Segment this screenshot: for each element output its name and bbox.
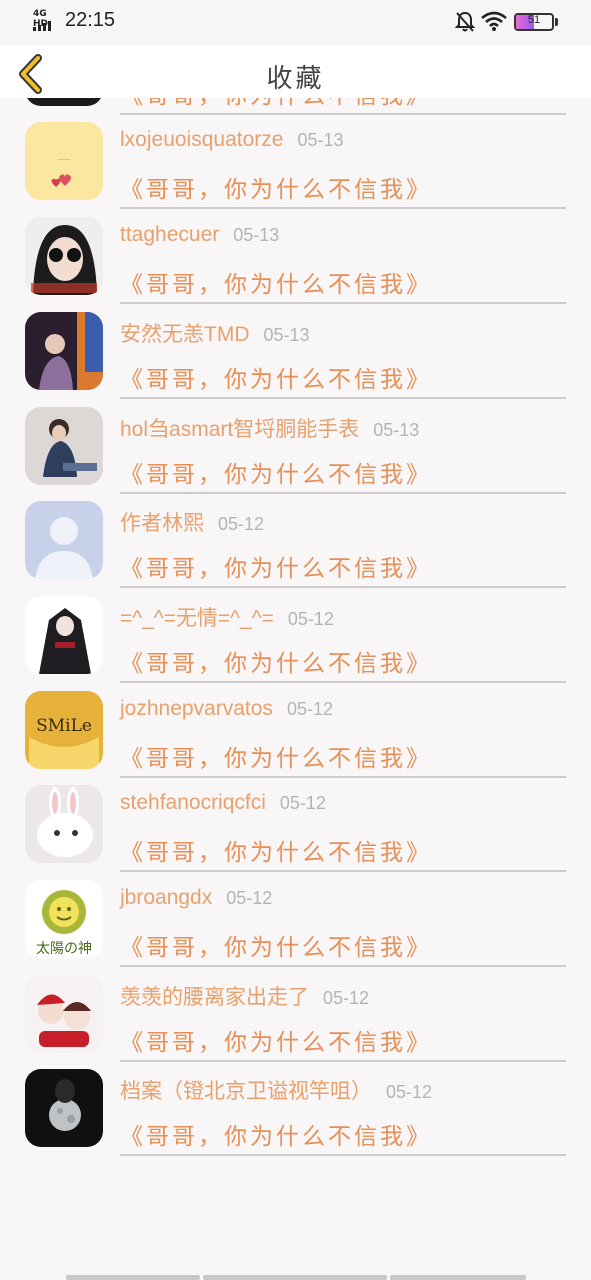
dark-moon-avatar[interactable] — [25, 1069, 103, 1148]
yellow-hearts-avatar[interactable]: …… — [25, 122, 103, 201]
list-item[interactable]: hol刍asmart智埒胴能手表 05-13 《哥哥，你为什么不信我》 — [0, 406, 591, 504]
favorite-date: 05-13 — [263, 324, 310, 345]
wifi-icon — [481, 11, 507, 31]
favorite-date: 05-12 — [286, 698, 333, 719]
list-item[interactable]: …… lxojeuoisquatorze 05-13 《哥哥，你为什么不信我》 — [0, 122, 591, 219]
girl-at-night-avatar[interactable] — [25, 311, 103, 390]
cellular-signal-icon: 4G HD — [33, 9, 59, 32]
book-title[interactable]: 《哥哥，你为什么不信我》 — [120, 928, 432, 962]
bottom-scroll-indicator — [66, 1275, 526, 1280]
row-divider — [120, 586, 566, 589]
book-title[interactable]: 《哥哥，你为什么不信我》 — [120, 170, 432, 204]
page-title: 收藏 — [266, 64, 325, 94]
list-item[interactable]: 档案（镫北京卫谥视竿咀） 05-12 《哥哥，你为什么不信我》 — [0, 1069, 591, 1166]
author-name[interactable]: 安然无恙TMD — [120, 323, 250, 346]
list-item[interactable]: SMiLe jozhnepvarvatos 05-12 《哥哥，你为什么不信我》 — [0, 690, 591, 788]
book-title[interactable]: 《哥哥，你为什么不信我》 — [120, 1023, 432, 1057]
favorite-date: 05-13 — [233, 225, 280, 246]
anime-dark-avatar[interactable] — [25, 595, 103, 674]
author-name[interactable]: 作者林熙 — [120, 512, 204, 535]
author-name[interactable]: ttaghecuer — [120, 223, 219, 246]
author-name[interactable]: stehfanocriqcfci — [120, 791, 266, 814]
row-divider — [120, 302, 566, 305]
row-divider — [120, 396, 566, 399]
favorites-list[interactable]: 《哥哥，你为什么不信我》holasma循rt泚智览能手表05-15《哥哥，你为什… — [0, 46, 591, 1280]
book-title[interactable]: 《哥哥，你为什么不信我》 — [120, 644, 432, 678]
row-divider — [120, 965, 566, 967]
favorite-date: 05-12 — [218, 514, 265, 535]
book-title[interactable]: 《哥哥，你为什么不信我》 — [120, 1117, 432, 1151]
christmas-anime-avatar[interactable] — [25, 974, 103, 1053]
bell-muted-icon — [455, 11, 475, 32]
svg-text:太陽の神: 太陽の神 — [36, 941, 92, 957]
favorite-date: 05-13 — [373, 419, 420, 440]
list-item[interactable]: 羡羡的腰离家出走了 05-12 《哥哥，你为什么不信我》 — [0, 974, 591, 1072]
author-name[interactable]: 档案（镫北京卫谥视竿咀） — [120, 1080, 372, 1103]
list-item[interactable]: ttaghecuer 05-13 《哥哥，你为什么不信我》 — [0, 217, 591, 314]
clock: 22:15 — [65, 9, 116, 31]
sitting-boy-avatar[interactable] — [25, 406, 103, 485]
svg-text:……: …… — [58, 155, 70, 162]
row-divider — [120, 207, 566, 210]
nav-header: 收藏 — [0, 46, 591, 98]
favorite-date: 05-12 — [287, 608, 334, 629]
row-divider — [120, 491, 566, 494]
battery-icon: 51 — [514, 13, 554, 31]
row-divider — [120, 870, 566, 873]
list-item[interactable]: 太陽の神 jbroangdx 05-12 《哥哥，你为什么不信我》 — [0, 880, 591, 977]
author-name[interactable]: =^_^=无情=^_^= — [120, 607, 274, 630]
row-divider — [120, 775, 566, 778]
favorite-date: 05-12 — [386, 1082, 433, 1103]
smile-cup-avatar[interactable]: SMiLe — [25, 690, 103, 769]
default-user-avatar[interactable] — [25, 501, 103, 580]
book-title[interactable]: 《哥哥，你为什么不信我》 — [120, 265, 432, 299]
book-title[interactable]: 《哥哥，你为什么不信我》 — [120, 455, 432, 489]
row-divider — [120, 112, 566, 115]
white-rabbit-avatar[interactable] — [25, 785, 103, 864]
list-item[interactable]: =^_^=无情=^_^= 05-12 《哥哥，你为什么不信我》 — [0, 595, 591, 693]
row-divider — [120, 1059, 566, 1062]
battery-level: 51 — [527, 14, 541, 26]
favorite-date: 05-12 — [279, 793, 326, 814]
favorite-date: 05-12 — [226, 888, 273, 908]
favorite-date: 05-12 — [323, 987, 370, 1008]
svg-text:SMiLe: SMiLe — [36, 716, 92, 736]
author-name[interactable]: hol刍asmart智埒胴能手表 — [120, 418, 359, 441]
book-title[interactable]: 《哥哥，你为什么不信我》 — [120, 739, 432, 773]
sun-god-avatar[interactable]: 太陽の神 — [25, 880, 103, 958]
author-name[interactable]: jozhnepvarvatos — [120, 697, 273, 720]
book-title[interactable]: 《哥哥，你为什么不信我》 — [120, 549, 432, 583]
author-name[interactable]: 羡羡的腰离家出走了 — [120, 986, 309, 1009]
author-name[interactable]: lxojeuoisquatorze — [120, 128, 283, 151]
status-bar: 4G HD 22:15 51 — [0, 0, 591, 46]
book-title[interactable]: 《哥哥，你为什么不信我》 — [120, 833, 432, 867]
list-item[interactable]: 作者林熙 05-12 《哥哥，你为什么不信我》 — [0, 501, 591, 598]
favorite-date: 05-13 — [297, 130, 344, 151]
row-divider — [120, 1154, 566, 1157]
sunglasses-girl-avatar[interactable] — [25, 217, 103, 296]
author-name[interactable]: jbroangdx — [120, 886, 212, 909]
list-item[interactable]: 安然无恙TMD 05-13 《哥哥，你为什么不信我》 — [0, 311, 591, 409]
row-divider — [120, 680, 566, 683]
list-item[interactable]: stehfanocriqcfci 05-12 《哥哥，你为什么不信我》 — [0, 785, 591, 882]
book-title[interactable]: 《哥哥，你为什么不信我》 — [120, 360, 432, 394]
